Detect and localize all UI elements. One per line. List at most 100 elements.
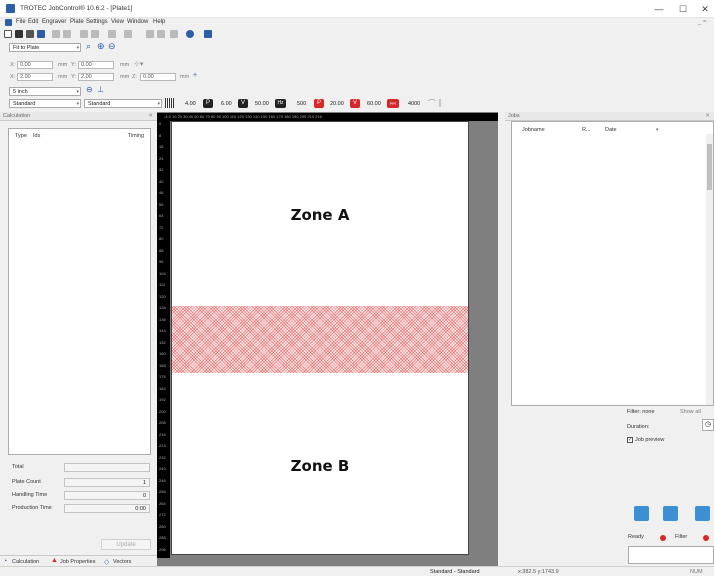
- plate-count-label: Plate Count: [12, 479, 41, 485]
- power-badge: P: [203, 99, 213, 108]
- menu-help[interactable]: Help: [153, 19, 165, 25]
- duration-clock-icon[interactable]: ◷: [702, 419, 714, 431]
- jobs-scrollbar[interactable]: [706, 134, 713, 405]
- menu-settings[interactable]: Settings: [86, 19, 108, 25]
- maximize-button[interactable]: ☐: [672, 2, 694, 16]
- link-icon[interactable]: ⌒┃: [428, 98, 444, 109]
- zoom-mode-select[interactable]: Fit to Plate ▾: [9, 43, 81, 52]
- z-field[interactable]: 0.00: [140, 73, 176, 81]
- anchor-icon[interactable]: ⊹▾: [134, 60, 143, 68]
- col-type[interactable]: Type: [15, 133, 27, 139]
- ruler-tick: 96: [159, 259, 164, 264]
- scrollbar-thumb[interactable]: [707, 144, 712, 190]
- apply-icon[interactable]: +: [193, 72, 197, 79]
- tab-job-properties[interactable]: Job Properties: [60, 559, 95, 565]
- zoom-icon[interactable]: ⌕: [86, 41, 91, 52]
- menu-file[interactable]: File: [16, 19, 26, 25]
- ruler-tick: 128: [159, 305, 166, 310]
- col-ids[interactable]: Ids: [33, 133, 40, 139]
- plate-canvas[interactable]: Zone A Zone B: [171, 121, 469, 555]
- fan-icon[interactable]: [695, 506, 710, 521]
- chevron-down-icon: ▾: [76, 101, 79, 107]
- copy-icon[interactable]: [80, 30, 88, 38]
- ruler-tick: 264: [159, 500, 166, 506]
- ruler-tick: 168: [159, 362, 166, 368]
- menu-view[interactable]: View: [111, 19, 124, 25]
- calculation-title: Calculation: [3, 113, 31, 119]
- jobs-list[interactable]: Jobname R... Date ▾: [511, 121, 714, 406]
- ruler-tick: 176: [159, 374, 166, 379]
- tab-vectors[interactable]: Vectors: [113, 559, 131, 565]
- zone-b-label: Zone B: [290, 457, 350, 475]
- ruler-tick: 256: [159, 489, 166, 494]
- connect-icon[interactable]: [204, 30, 212, 38]
- preview-icon[interactable]: [170, 30, 178, 38]
- chevron-down-icon: ▾: [157, 101, 160, 107]
- doc-window-controls[interactable]: _ =: [698, 19, 707, 25]
- open-icon[interactable]: [37, 30, 45, 38]
- pattern-icon[interactable]: [165, 98, 174, 108]
- sort-chevron-icon[interactable]: ▾: [656, 127, 659, 133]
- col-jobname[interactable]: Jobname: [522, 127, 545, 133]
- col-r[interactable]: R...: [582, 127, 591, 133]
- grid-icon[interactable]: [146, 30, 154, 38]
- process-profile-value: Standard: [88, 101, 111, 107]
- paste-icon[interactable]: [91, 30, 99, 38]
- update-button[interactable]: Update: [101, 539, 151, 550]
- close-button[interactable]: ✕: [694, 2, 714, 16]
- job-action-icon[interactable]: [634, 506, 649, 521]
- speed-value: 6.00: [221, 101, 232, 107]
- calculation-list[interactable]: Type Ids Timing: [8, 128, 151, 455]
- x-label: X:: [10, 62, 16, 68]
- undo-icon[interactable]: [52, 30, 60, 38]
- menu-engraver[interactable]: Engraver: [42, 19, 66, 25]
- y-unit: mm: [120, 62, 130, 68]
- material-profile-select[interactable]: Standard ▾: [9, 99, 81, 108]
- ruler-tick: 112: [159, 282, 166, 287]
- total-value: [64, 463, 150, 472]
- minimize-button[interactable]: —: [648, 2, 670, 16]
- tab-calculation[interactable]: Calculation: [12, 559, 39, 565]
- show-all-link[interactable]: Show all: [680, 409, 701, 415]
- x-position-field[interactable]: 0.00: [17, 61, 53, 69]
- position-icon[interactable]: ⊥: [97, 85, 104, 94]
- y-position-field[interactable]: 0.00: [78, 61, 114, 69]
- menu-plate[interactable]: Plate: [70, 19, 84, 25]
- duration-label: Duration:: [627, 424, 650, 430]
- width-label: X:: [10, 74, 16, 80]
- redo-icon[interactable]: [63, 30, 71, 38]
- new-icon[interactable]: [4, 30, 12, 38]
- menu-window[interactable]: Window: [127, 19, 148, 25]
- close-icon[interactable]: ✕: [705, 112, 710, 121]
- job-preview-checkbox[interactable]: ✓: [627, 437, 633, 443]
- size-select[interactable]: 5 inch ▾: [9, 87, 81, 96]
- print-icon[interactable]: [26, 30, 34, 38]
- zoom-in-icon[interactable]: ⊕: [97, 41, 105, 52]
- width-field[interactable]: 2.00: [17, 73, 53, 81]
- height-field[interactable]: 2.00: [78, 73, 114, 81]
- process-profile-select[interactable]: Standard ▾: [84, 99, 162, 108]
- align-icon[interactable]: [108, 30, 116, 38]
- save-icon[interactable]: [15, 30, 23, 38]
- ruler-tick: 272: [159, 512, 166, 517]
- settings-icon[interactable]: [186, 30, 194, 38]
- frequency-value: 50.00: [255, 101, 269, 107]
- layout-icon[interactable]: [157, 30, 165, 38]
- hatched-zone[interactable]: [172, 306, 468, 373]
- zoom-mode-value: Fit to Plate: [13, 45, 40, 51]
- handling-time-label: Handling Time: [12, 492, 48, 498]
- col-timing[interactable]: Timing: [128, 133, 144, 139]
- ruler-tick: 232: [159, 454, 166, 460]
- measure-icon[interactable]: ⊖: [86, 85, 93, 94]
- col-date[interactable]: Date: [605, 127, 617, 133]
- ruler-tick: 88: [159, 247, 164, 253]
- stop-icon[interactable]: [663, 506, 678, 521]
- ruler-tick: 280: [159, 523, 166, 529]
- zone-a-label: Zone A: [290, 206, 350, 224]
- zoom-out-icon[interactable]: ⊖: [108, 41, 116, 52]
- close-icon[interactable]: ✕: [148, 112, 153, 121]
- menu-edit[interactable]: Edit: [28, 19, 38, 25]
- filter-status-label: Filter: [675, 534, 688, 540]
- ruler-tick: 24: [159, 155, 164, 161]
- mirror-icon[interactable]: [124, 30, 132, 38]
